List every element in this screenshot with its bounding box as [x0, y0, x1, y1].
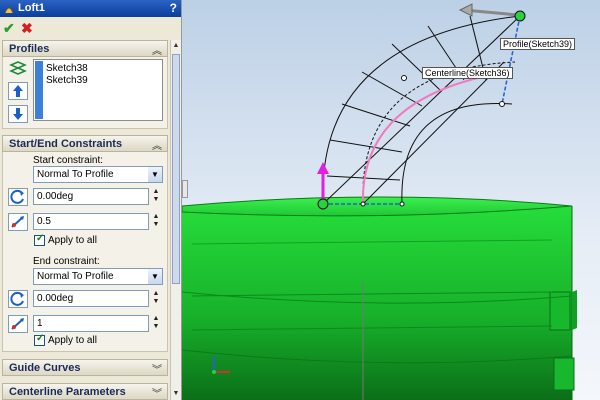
rotate-icon: [10, 291, 24, 306]
centerline-label[interactable]: Centerline(Sketch36): [422, 67, 513, 79]
start-length-field[interactable]: 0.5: [33, 213, 149, 230]
model-view: [182, 3, 577, 400]
end-connector[interactable]: [514, 10, 526, 22]
start-length-spinner[interactable]: ▲ ▼: [151, 213, 161, 230]
move-up-button[interactable]: [8, 82, 28, 100]
sketch-point[interactable]: [360, 201, 366, 207]
graphics-area[interactable]: Profile(Sketch39) Centerline(Sketch36): [182, 0, 600, 400]
sketch-point[interactable]: [499, 101, 505, 107]
start-angle-spinner[interactable]: ▲ ▼: [151, 188, 161, 205]
start-angle-field[interactable]: 0.00deg: [33, 188, 149, 205]
tangent-length-button[interactable]: [8, 315, 28, 333]
move-down-button[interactable]: [8, 105, 28, 123]
guide-curves-header[interactable]: Guide Curves ︾: [2, 359, 168, 376]
loft-icon: [4, 7, 14, 14]
list-item[interactable]: Sketch39: [46, 75, 88, 86]
end-apply-all-label: Apply to all: [48, 335, 97, 346]
end-length-spinner[interactable]: ▲ ▼: [151, 315, 161, 332]
drag-handle-arrow[interactable]: [458, 3, 519, 17]
collapse-icon[interactable]: ︽: [152, 137, 162, 152]
profile-selection-icon: [9, 61, 27, 75]
start-constraint-select[interactable]: Normal To Profile ▼: [33, 166, 163, 183]
profiles-list[interactable]: Sketch38 Sketch39: [33, 59, 163, 121]
constraints-header[interactable]: Start/End Constraints ︽: [2, 135, 168, 152]
end-length-field[interactable]: 1: [33, 315, 149, 332]
help-button[interactable]: ?: [170, 1, 177, 15]
reverse-direction-button[interactable]: [8, 290, 28, 308]
start-apply-all-checkbox[interactable]: ✓: [34, 233, 45, 246]
panel-resize-handle[interactable]: [182, 180, 188, 198]
expand-icon[interactable]: ︾: [152, 361, 162, 376]
list-item[interactable]: Sketch38: [46, 63, 88, 74]
cylinder-body[interactable]: [182, 196, 577, 400]
check-icon: ✓: [36, 333, 45, 344]
start-constraint-label: Start constraint:: [33, 155, 104, 166]
end-apply-all-checkbox[interactable]: ✓: [34, 333, 45, 346]
cancel-button[interactable]: ✖: [21, 20, 33, 37]
chevron-down-icon: ▼: [148, 269, 162, 284]
check-icon: ✓: [36, 233, 45, 244]
centerline-title: Centerline Parameters: [9, 386, 126, 398]
centerline-curve[interactable]: [361, 71, 508, 205]
loft-preview[interactable]: [322, 15, 521, 205]
property-manager: Loft1 ? ✔ ✖ Profiles ︽ Sketch38 Sketch39…: [0, 0, 182, 400]
sketch-point[interactable]: [401, 75, 407, 81]
arrow-up-icon: [13, 85, 23, 97]
profile-label[interactable]: Profile(Sketch39): [500, 38, 576, 50]
end-constraint-label: End constraint:: [33, 256, 100, 267]
sketch-point[interactable]: [399, 201, 405, 207]
end-angle-field[interactable]: 0.00deg: [33, 290, 149, 307]
title-bar: Loft1 ?: [0, 0, 181, 17]
end-angle-spinner[interactable]: ▲ ▼: [151, 290, 161, 307]
tangent-length-button[interactable]: [8, 213, 28, 231]
profiles-title: Profiles: [9, 43, 50, 55]
tangent-length-icon: [11, 216, 24, 228]
profiles-header[interactable]: Profiles ︽: [2, 40, 168, 57]
expand-icon[interactable]: ︾: [152, 385, 162, 400]
scroll-thumb[interactable]: [172, 54, 180, 284]
start-apply-all-label: Apply to all: [48, 235, 97, 246]
scroll-up-arrow[interactable]: ▲: [171, 40, 181, 52]
centerline-header[interactable]: Centerline Parameters ︾: [2, 383, 168, 400]
window-title: Loft1: [18, 2, 45, 14]
selection-marker: [35, 61, 43, 119]
start-connector[interactable]: [317, 198, 329, 210]
tangent-length-icon: [11, 318, 24, 330]
reverse-direction-button[interactable]: [8, 188, 28, 206]
constraints-title: Start/End Constraints: [9, 138, 123, 150]
guide-curves-title: Guide Curves: [9, 362, 81, 374]
collapse-icon[interactable]: ︽: [152, 42, 162, 57]
rotate-icon: [10, 189, 24, 204]
ok-button[interactable]: ✔: [3, 20, 15, 37]
scroll-down-arrow[interactable]: ▼: [171, 388, 181, 400]
end-constraint-select[interactable]: Normal To Profile ▼: [33, 268, 163, 285]
scrollbar[interactable]: ▲ ▼: [170, 40, 181, 400]
chevron-down-icon: ▼: [148, 167, 162, 182]
arrow-down-icon: [13, 108, 23, 120]
